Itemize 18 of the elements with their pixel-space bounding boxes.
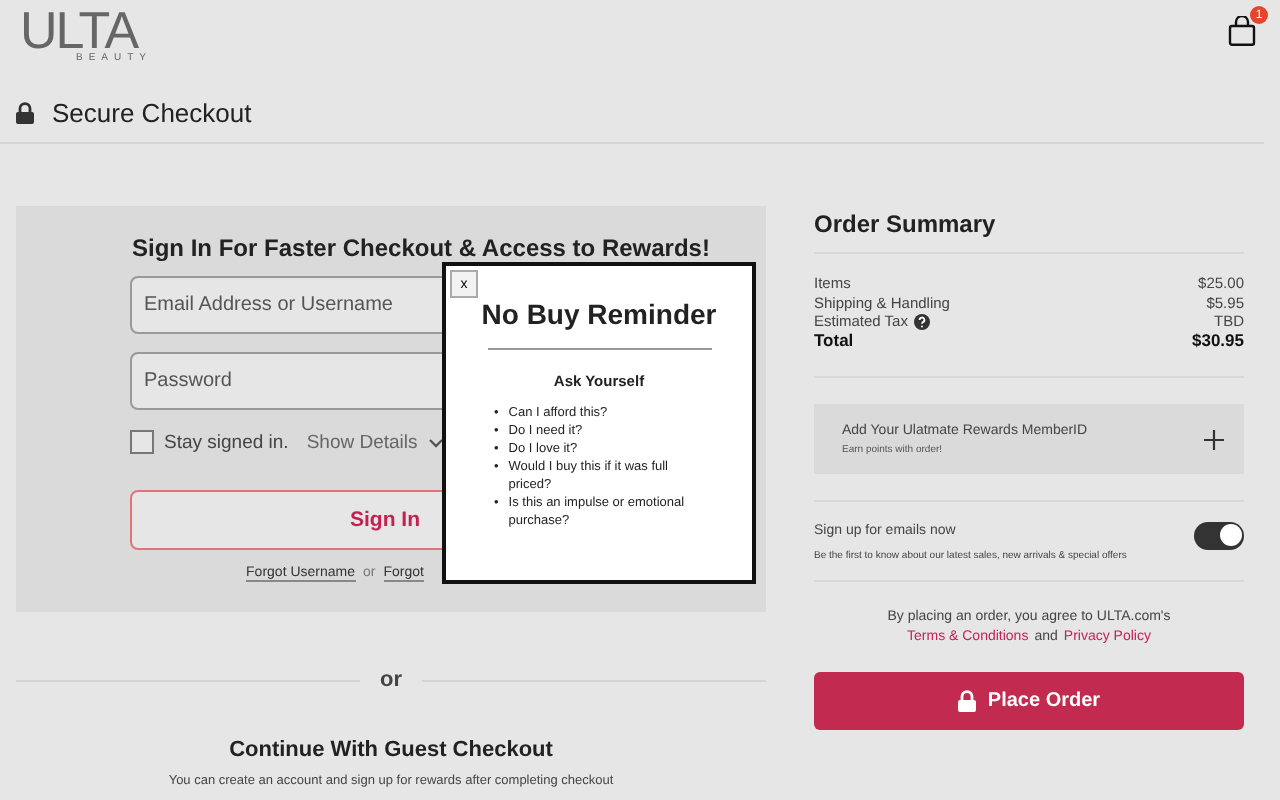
lock-icon [16, 101, 34, 123]
help-icon[interactable] [913, 313, 930, 330]
lock-icon [957, 690, 976, 712]
show-details-link[interactable]: Show Details [306, 431, 418, 453]
stay-signed-in-label: Stay signed in. [164, 431, 289, 453]
place-order-button[interactable]: Place Order [814, 672, 1244, 730]
plus-icon[interactable] [1204, 429, 1224, 449]
guest-checkout-heading: Continue With Guest Checkout [227, 738, 555, 762]
page-title: Secure Checkout [52, 97, 252, 127]
email-toggle[interactable] [1194, 521, 1244, 549]
checkbox[interactable] [130, 430, 154, 454]
shopping-bag-icon[interactable] [1228, 16, 1256, 46]
summary-value: $30.95 [1192, 331, 1244, 350]
order-summary-title: Order Summary [814, 208, 998, 242]
chevron-down-icon [427, 437, 444, 447]
summary-label: Total [814, 331, 854, 350]
or-divider-text: or [380, 668, 402, 692]
sign-in-heading: Sign In For Faster Checkout & Access to Rewards! [130, 234, 712, 262]
